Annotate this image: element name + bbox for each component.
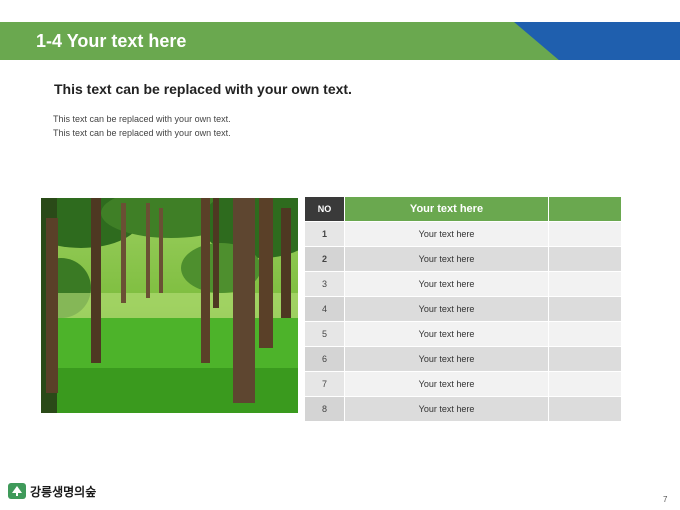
row-text: Your text here bbox=[344, 346, 549, 372]
row-no: 2 bbox=[305, 246, 345, 272]
row-no: 5 bbox=[305, 321, 345, 347]
logo-text: 강릉생명의숲 bbox=[30, 484, 97, 499]
slide-heading: This text can be replaced with your own … bbox=[54, 81, 352, 97]
body-text-line-2: This text can be replaced with your own … bbox=[53, 128, 231, 138]
body-text-line-1: This text can be replaced with your own … bbox=[53, 114, 231, 124]
row-text: Your text here bbox=[344, 271, 549, 297]
table-row: 3 Your text here bbox=[305, 271, 621, 297]
row-no: 1 bbox=[305, 221, 345, 247]
data-table: NO Your text here 1 Your text here 2 You… bbox=[305, 197, 621, 422]
row-no: 6 bbox=[305, 346, 345, 372]
header-no: NO bbox=[305, 197, 345, 222]
table-row: 7 Your text here bbox=[305, 371, 621, 397]
page-number: 7 bbox=[663, 495, 668, 504]
row-extra bbox=[548, 296, 621, 322]
row-no: 4 bbox=[305, 296, 345, 322]
organization-logo: 강릉생명의숲 bbox=[8, 481, 96, 501]
row-text: Your text here bbox=[344, 321, 549, 347]
row-extra bbox=[548, 396, 621, 422]
row-no: 8 bbox=[305, 396, 345, 422]
forest-photo-icon bbox=[41, 198, 298, 413]
table-row: 2 Your text here bbox=[305, 246, 621, 272]
table-row: 8 Your text here bbox=[305, 396, 621, 422]
row-text: Your text here bbox=[344, 296, 549, 322]
row-extra bbox=[548, 221, 621, 247]
title-bar-blue-accent bbox=[514, 22, 680, 60]
row-text: Your text here bbox=[344, 371, 549, 397]
row-no: 7 bbox=[305, 371, 345, 397]
slide-title: 1-4 Your text here bbox=[36, 31, 187, 51]
table-row: 5 Your text here bbox=[305, 321, 621, 347]
row-text: Your text here bbox=[344, 246, 549, 272]
table-header-row: NO Your text here bbox=[305, 197, 621, 222]
table-row: 6 Your text here bbox=[305, 346, 621, 372]
tree-logo-icon bbox=[8, 483, 26, 499]
header-text: Your text here bbox=[344, 197, 549, 222]
row-extra bbox=[548, 271, 621, 297]
forest-photo bbox=[41, 198, 298, 413]
row-extra bbox=[548, 321, 621, 347]
header-extra bbox=[548, 197, 621, 222]
table-row: 1 Your text here bbox=[305, 221, 621, 247]
row-no: 3 bbox=[305, 271, 345, 297]
row-extra bbox=[548, 246, 621, 272]
row-extra bbox=[548, 346, 621, 372]
row-text: Your text here bbox=[344, 221, 549, 247]
row-text: Your text here bbox=[344, 396, 549, 422]
row-extra bbox=[548, 371, 621, 397]
table-row: 4 Your text here bbox=[305, 296, 621, 322]
